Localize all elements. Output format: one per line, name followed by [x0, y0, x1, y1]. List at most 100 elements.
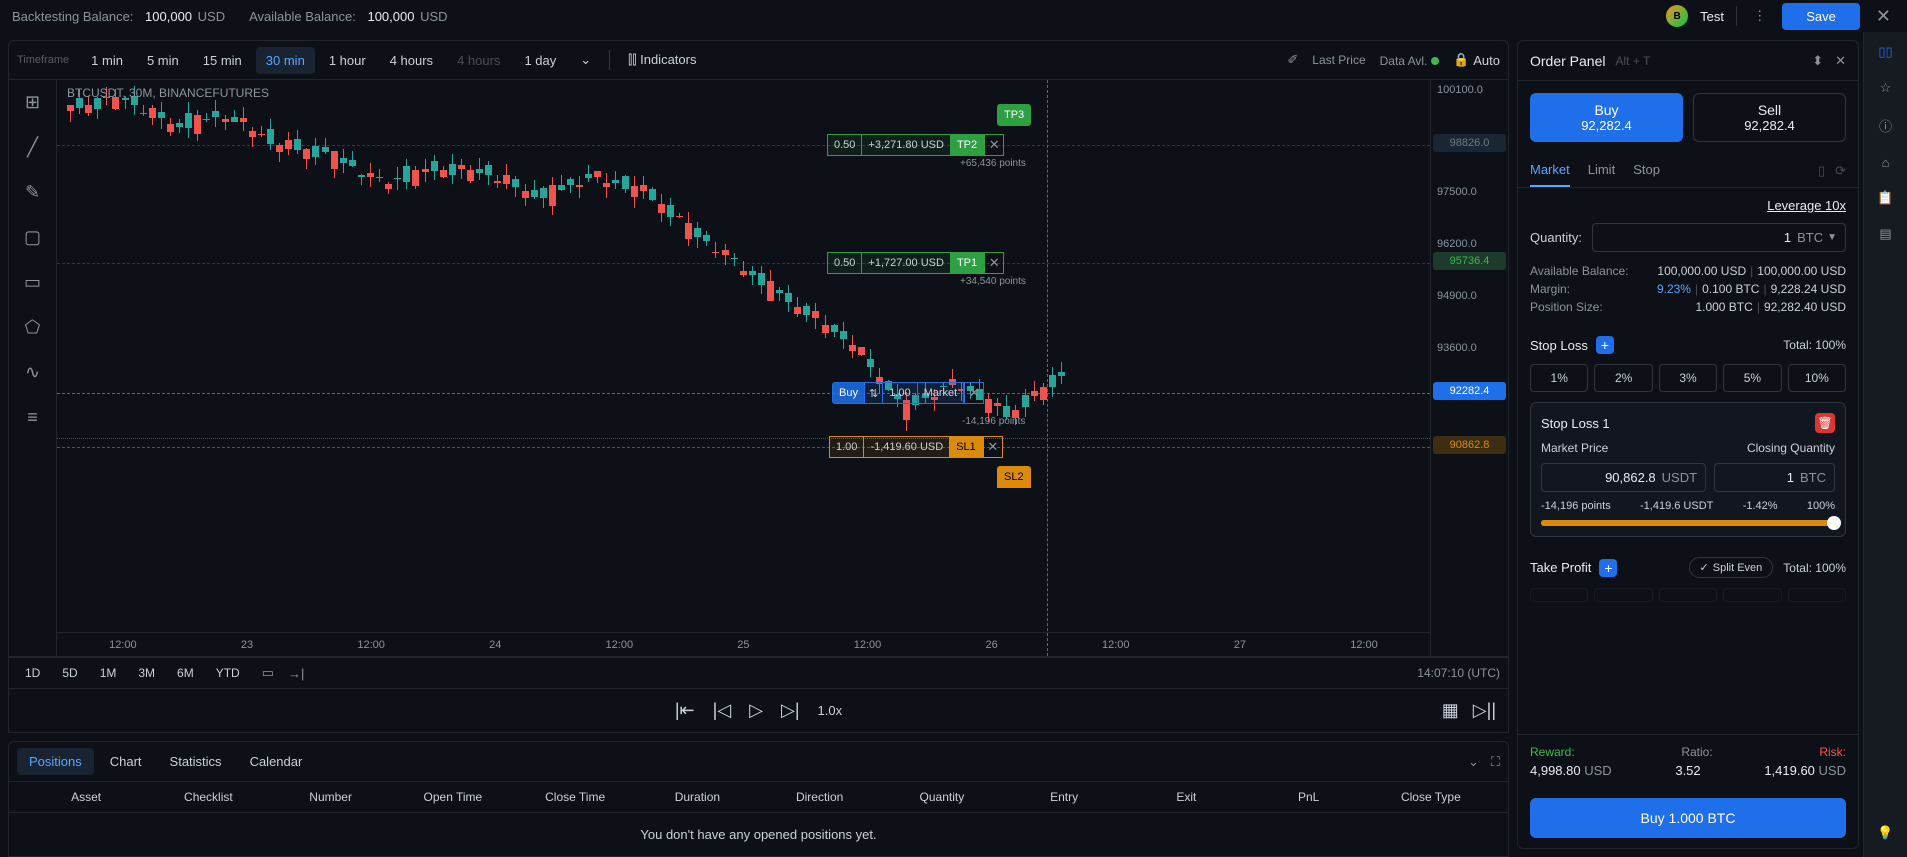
ordertype-market[interactable]: Market [1530, 154, 1570, 187]
star-icon[interactable]: ☆ [1880, 80, 1892, 96]
sl1-order-line[interactable]: 1.00 -1,419.60 USD SL1 ✕ [829, 436, 1003, 458]
info-icon[interactable]: ⓘ [1879, 116, 1892, 135]
sl-qty-input[interactable]: 1 BTC [1714, 463, 1835, 492]
price-tick: 97500.0 [1437, 186, 1477, 198]
buy-side-button[interactable]: Buy 92,282.4 [1530, 93, 1683, 142]
order-panel: Order Panel Alt + T ⬍ ✕ Buy 92,282.4 Sel… [1517, 40, 1859, 849]
settings-icon[interactable]: ≡ [27, 407, 38, 428]
trendline-icon[interactable]: ╱ [27, 137, 38, 158]
ordertype-stop[interactable]: Stop [1633, 154, 1660, 187]
lock-icon: 🔒 [1453, 52, 1469, 68]
sell-side-button[interactable]: Sell 92,282.4 [1693, 93, 1846, 142]
home-icon[interactable]: ⌂ [1882, 155, 1890, 170]
eraser-icon[interactable]: ✐ [1287, 52, 1298, 68]
range-1d[interactable]: 1D [17, 662, 48, 684]
clipboard-icon[interactable]: 📋 [1877, 190, 1893, 206]
lightbulb-icon[interactable]: 💡 [1877, 825, 1893, 841]
sl-pct-10[interactable]: 10% [1788, 364, 1846, 392]
sl-pct-3[interactable]: 3% [1659, 364, 1717, 392]
skip-to-end-icon[interactable]: ▷|| [1473, 700, 1496, 721]
tab-chart[interactable]: Chart [98, 748, 154, 775]
note-icon[interactable]: ▤ [1879, 226, 1891, 242]
sl-pct-2[interactable]: 2% [1594, 364, 1652, 392]
crosshair-icon[interactable]: ⊞ [25, 92, 40, 113]
add-take-profit-button[interactable]: + [1599, 559, 1617, 577]
split-even-chip[interactable]: ✓ Split Even [1689, 557, 1774, 578]
detach-icon[interactable]: ⬍ [1812, 53, 1823, 69]
swap-icon[interactable]: ⇅ [865, 382, 883, 404]
confirm-buy-button[interactable]: Buy 1.000 BTC [1530, 798, 1846, 838]
caret-down-icon[interactable]: ▼ [1827, 232, 1837, 243]
range-1m[interactable]: 1M [92, 662, 125, 684]
sl-pct-5[interactable]: 5% [1723, 364, 1781, 392]
tp2-close-icon[interactable]: ✕ [984, 134, 1004, 156]
polygon-icon[interactable]: ⬠ [25, 317, 41, 338]
quantity-input[interactable]: 1 BTC ▼ [1592, 223, 1846, 252]
sl-slider[interactable] [1541, 520, 1835, 526]
stop-loss-title: Stop Loss [1530, 338, 1588, 353]
range-ytd[interactable]: YTD [208, 662, 248, 684]
save-button[interactable]: Save [1782, 3, 1860, 30]
tf-4hours-alt[interactable]: 4 hours [447, 47, 510, 74]
tf-1hour[interactable]: 1 hour [319, 47, 376, 74]
tf-more-dropdown[interactable]: ⌄ [570, 46, 601, 74]
prev-icon[interactable]: |◁ [713, 700, 732, 721]
calendar-icon-pb[interactable]: ▦ [1442, 700, 1459, 721]
auto-lock-toggle[interactable]: 🔒 Auto [1453, 52, 1500, 68]
close-panel-icon[interactable]: ✕ [1835, 53, 1846, 69]
tab-statistics[interactable]: Statistics [158, 748, 234, 775]
ratio-label: Ratio: [1681, 745, 1712, 759]
tab-positions[interactable]: Positions [17, 748, 94, 775]
buy-order-line[interactable]: Buy ⇅ 1.00 Market ✕ [832, 382, 984, 404]
leverage-link[interactable]: Leverage 10x [1767, 198, 1846, 213]
expand-icon[interactable]: ⛶ [1491, 754, 1500, 770]
sl2-box[interactable]: SL2 [997, 466, 1031, 488]
avatar[interactable]: B [1666, 5, 1688, 27]
more-menu-icon[interactable]: ⋮ [1749, 4, 1770, 28]
panel-chart-icon[interactable]: ▯▯ [1878, 44, 1892, 60]
tf-30min[interactable]: 30 min [256, 47, 315, 74]
close-icon[interactable]: ✕ [1872, 6, 1895, 27]
ordertype-limit[interactable]: Limit [1588, 154, 1615, 187]
calendar-icon[interactable]: ▭ [262, 665, 274, 681]
pattern-icon[interactable]: ∿ [25, 362, 40, 383]
th-closetype: Close Type [1370, 790, 1492, 804]
tab-calendar[interactable]: Calendar [238, 748, 315, 775]
tp2-order-line[interactable]: 0.50 +3,271.80 USD TP2 ✕ [827, 134, 1004, 156]
add-stop-loss-button[interactable]: + [1596, 336, 1614, 354]
skip-to-start-icon[interactable]: |⇤ [675, 700, 695, 721]
copy-icon[interactable]: ▯ [1818, 163, 1825, 179]
tf-1day[interactable]: 1 day [514, 47, 566, 74]
refresh-icon[interactable]: ⟳ [1835, 163, 1846, 179]
play-icon[interactable]: ▷ [749, 700, 763, 721]
indicators-button[interactable]: ⫿⫿ Indicators [618, 46, 706, 74]
rectangle-icon[interactable]: ▭ [24, 272, 41, 293]
tf-1min[interactable]: 1 min [81, 47, 133, 74]
tp1-order-line[interactable]: 0.50 +1,727.00 USD TP1 ✕ [827, 252, 1004, 274]
delete-sl-button[interactable]: 🗑 [1815, 413, 1835, 433]
shapes-icon[interactable]: ▢ [24, 227, 41, 248]
collapse-icon[interactable]: ⌄ [1468, 754, 1479, 770]
tf-5min[interactable]: 5 min [137, 47, 189, 74]
next-icon[interactable]: ▷| [781, 700, 800, 721]
sl1-close-icon[interactable]: ✕ [983, 436, 1003, 458]
range-6m[interactable]: 6M [169, 662, 202, 684]
tf-15min[interactable]: 15 min [193, 47, 252, 74]
data-avl[interactable]: Data Avl. [1380, 53, 1439, 68]
sl-price-input[interactable]: 90,862.8 USDT [1541, 463, 1706, 492]
pencil-icon[interactable]: ✎ [25, 182, 40, 203]
tf-4hours[interactable]: 4 hours [380, 47, 443, 74]
playback-speed[interactable]: 1.0x [818, 703, 843, 718]
last-price-label[interactable]: Last Price [1312, 53, 1365, 67]
buy-close-icon[interactable]: ✕ [964, 382, 984, 404]
range-5d[interactable]: 5D [54, 662, 85, 684]
chart-canvas[interactable]: BTCUSDT, 30M, BINANCEFUTURES TP3 0.50 +3… [57, 80, 1430, 656]
sl-pct-1[interactable]: 1% [1530, 364, 1588, 392]
tp3-box[interactable]: TP3 [997, 104, 1031, 126]
goto-icon[interactable]: →| [288, 666, 304, 681]
range-3m[interactable]: 3M [130, 662, 163, 684]
price-axis: 100100.0 97500.0 96200.0 94900.0 93600.0… [1430, 80, 1508, 656]
tp1-close-icon[interactable]: ✕ [984, 252, 1004, 274]
sl-slider-handle[interactable] [1827, 516, 1841, 530]
tp1-points: +34,540 points [960, 276, 1026, 287]
